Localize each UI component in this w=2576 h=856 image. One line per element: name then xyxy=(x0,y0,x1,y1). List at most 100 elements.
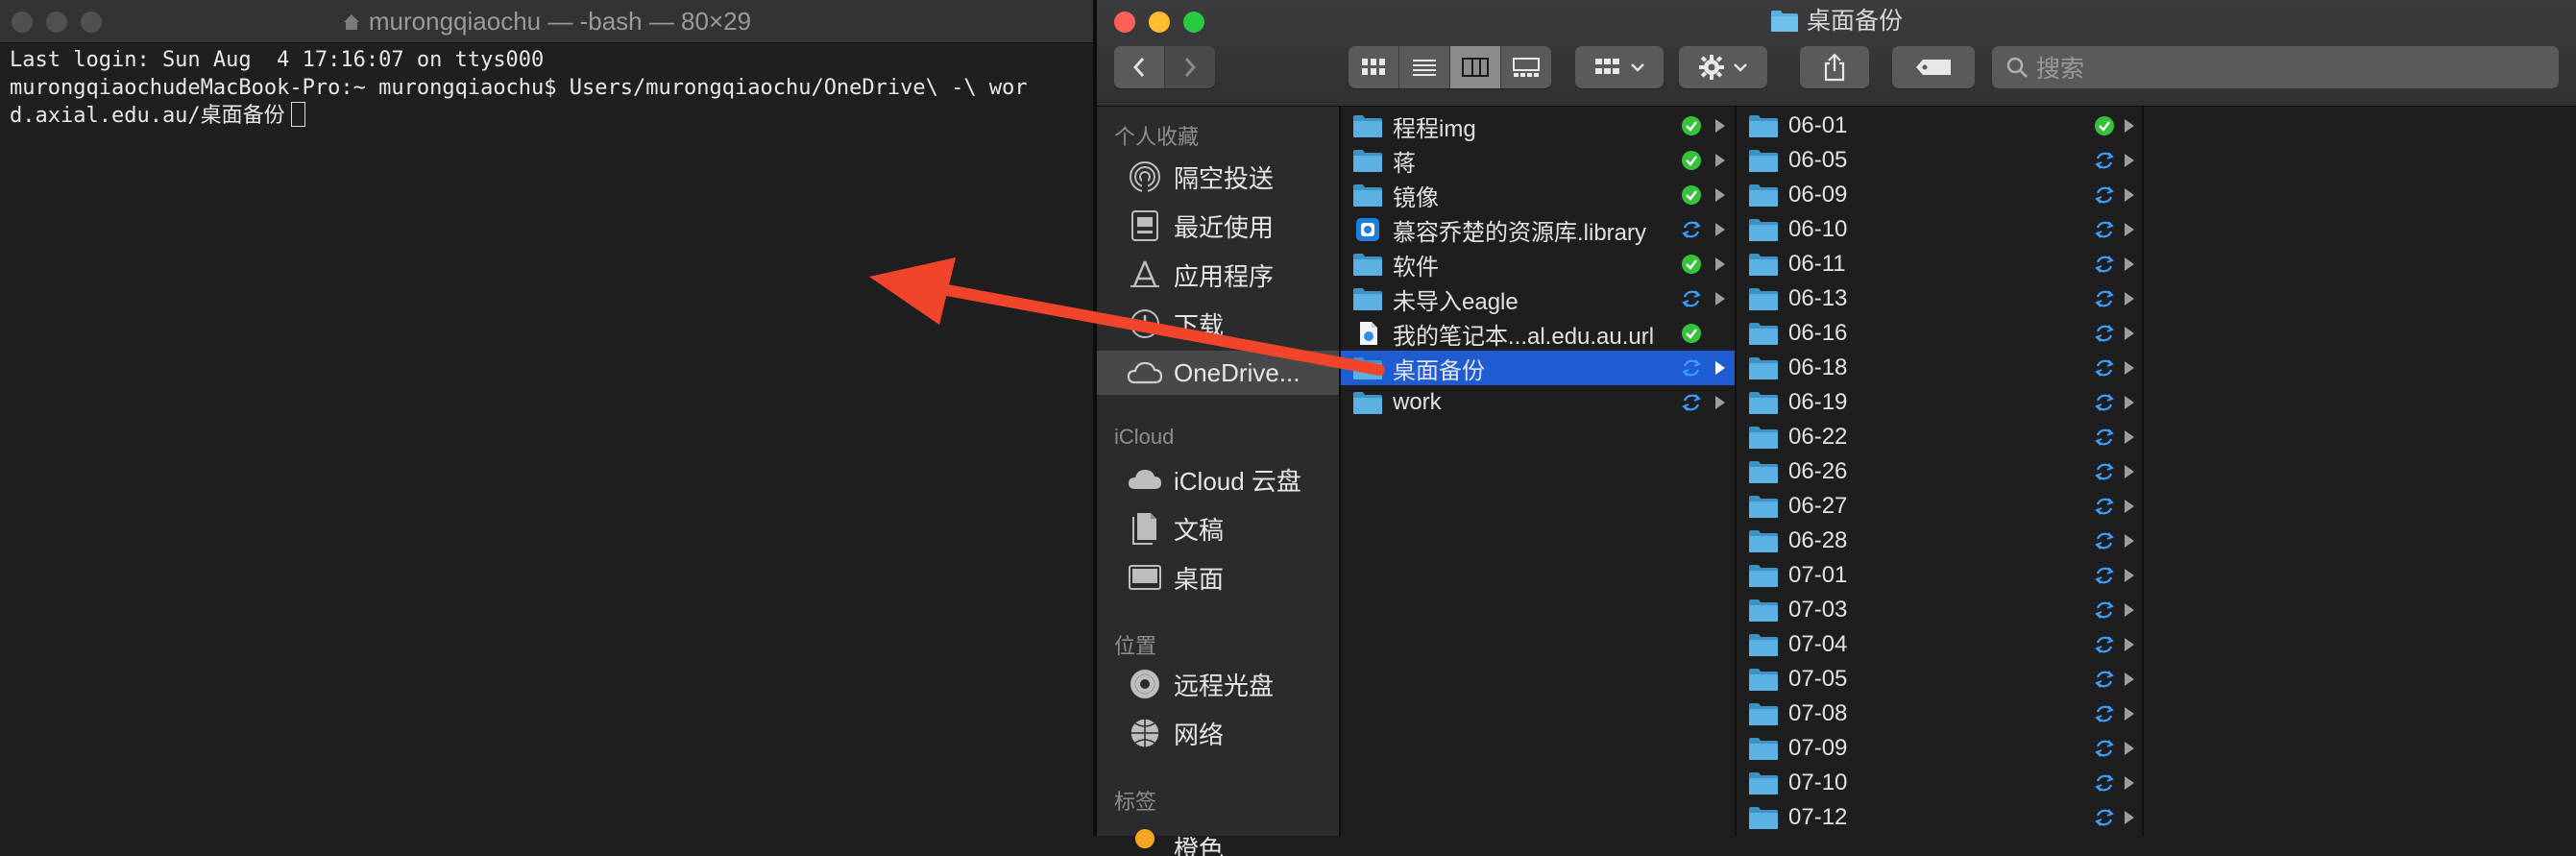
terminal-window[interactable]: murongqiaochu — -bash — 80×29 Last login… xyxy=(0,0,1093,836)
file-row[interactable]: 我的笔记本...al.edu.au.url xyxy=(1341,316,1735,351)
syncing-icon xyxy=(2094,496,2115,517)
folder-icon xyxy=(1748,667,1779,692)
orange-tag-icon xyxy=(1133,825,1156,848)
file-name: 未导入eagle xyxy=(1393,282,1519,316)
columns-icon xyxy=(1461,57,1490,78)
file-row[interactable]: 镜像 xyxy=(1341,178,1735,212)
folder-icon xyxy=(1748,217,1779,242)
file-row[interactable]: 06-16 xyxy=(1737,316,2142,351)
file-row[interactable]: 06-13 xyxy=(1737,281,2142,316)
file-row[interactable]: 07-04 xyxy=(1737,627,2142,662)
file-row[interactable]: 06-22 xyxy=(1737,420,2142,454)
disclosure-arrow-icon xyxy=(1715,257,1725,271)
documents-icon xyxy=(1130,511,1160,546)
icon-view-button[interactable] xyxy=(1349,46,1399,88)
folder-icon xyxy=(1748,459,1779,484)
file-row[interactable]: 06-18 xyxy=(1737,351,2142,385)
forward-button[interactable] xyxy=(1165,46,1215,88)
sidebar-item-icloud-drive[interactable]: iCloud 云盘 xyxy=(1097,457,1339,501)
gallery-view-button[interactable] xyxy=(1501,46,1551,88)
file-row[interactable]: 慕容乔楚的资源库.library xyxy=(1341,212,1735,247)
sidebar-item-airdrop[interactable]: 隔空投送 xyxy=(1097,155,1339,199)
network-icon xyxy=(1128,716,1162,750)
file-row[interactable]: 07-05 xyxy=(1737,662,2142,697)
terminal-titlebar[interactable]: murongqiaochu — -bash — 80×29 xyxy=(0,0,1093,43)
folder-icon xyxy=(1748,425,1779,450)
syncing-icon xyxy=(2094,323,2115,344)
file-row[interactable]: 06-19 xyxy=(1737,385,2142,420)
share-icon xyxy=(1823,53,1846,82)
disclosure-arrow-icon xyxy=(1715,223,1725,236)
disclosure-arrow-icon xyxy=(2125,707,2134,721)
disclosure-arrow-icon xyxy=(2125,292,2134,306)
sidebar-item-applications[interactable]: 应用程序 xyxy=(1097,253,1339,297)
syncing-icon xyxy=(2094,254,2115,275)
file-row[interactable]: 07-03 xyxy=(1737,593,2142,627)
disclosure-arrow-icon xyxy=(2125,257,2134,271)
syncing-icon xyxy=(2094,530,2115,551)
terminal-line: murongqiaochudeMacBook-Pro:~ murongqiaoc… xyxy=(10,74,1083,102)
gallery-icon xyxy=(1512,57,1541,78)
back-button[interactable] xyxy=(1114,46,1165,88)
sidebar-item-recents[interactable]: 最近使用 xyxy=(1097,204,1339,248)
tags-button[interactable] xyxy=(1892,46,1975,88)
file-row[interactable]: 07-09 xyxy=(1737,731,2142,766)
file-row[interactable]: 06-28 xyxy=(1737,524,2142,558)
column-view-button[interactable] xyxy=(1450,46,1501,88)
folder-icon xyxy=(1748,598,1779,623)
folder-icon xyxy=(1748,528,1779,553)
file-name: 07-04 xyxy=(1788,631,1847,658)
list-view-button[interactable] xyxy=(1399,46,1450,88)
sidebar-item-network[interactable]: 网络 xyxy=(1097,711,1339,755)
file-row[interactable]: 06-09 xyxy=(1737,178,2142,212)
file-row[interactable]: 软件 xyxy=(1341,247,1735,281)
sidebar-item-onedrive[interactable]: OneDrive... xyxy=(1097,351,1339,395)
synced-check-icon xyxy=(1681,254,1702,275)
file-row[interactable]: work xyxy=(1341,385,1735,420)
file-row[interactable]: 07-01 xyxy=(1737,558,2142,593)
empty-column xyxy=(2144,107,2576,836)
file-row[interactable]: 07-12 xyxy=(1737,800,2142,835)
file-row[interactable]: 06-10 xyxy=(1737,212,2142,247)
syncing-icon xyxy=(1681,219,1702,240)
cloud-icon xyxy=(1127,358,1163,387)
disclosure-arrow-icon xyxy=(2125,154,2134,167)
syncing-icon xyxy=(1681,392,1702,413)
file-row-selected[interactable]: 桌面备份 xyxy=(1341,351,1735,385)
file-name: 06-26 xyxy=(1788,458,1847,485)
folder-icon xyxy=(1748,701,1779,726)
sidebar-item-remote-disc[interactable]: 远程光盘 xyxy=(1097,662,1339,706)
action-button[interactable] xyxy=(1679,46,1767,88)
syncing-icon xyxy=(1681,288,1702,309)
sidebar-item-tag-orange[interactable]: 橙色 xyxy=(1097,818,1339,856)
file-name: 06-05 xyxy=(1788,147,1847,174)
file-row[interactable]: 07-08 xyxy=(1737,697,2142,731)
file-row[interactable]: 程程img xyxy=(1341,109,1735,143)
sidebar-item-label: 橙色 xyxy=(1174,830,1224,856)
file-name: 06-09 xyxy=(1788,182,1847,208)
search-field[interactable]: 搜索 xyxy=(1992,46,2559,88)
file-name: 07-10 xyxy=(1788,770,1847,796)
file-row[interactable]: 06-27 xyxy=(1737,489,2142,524)
syncing-icon xyxy=(2094,461,2115,482)
search-icon xyxy=(2005,56,2029,79)
disclosure-arrow-icon xyxy=(2125,811,2134,824)
finder-window[interactable]: 桌面备份 xyxy=(1097,0,2576,836)
sidebar-item-documents[interactable]: 文稿 xyxy=(1097,506,1339,550)
file-row[interactable]: 06-26 xyxy=(1737,454,2142,489)
file-row[interactable]: 06-05 xyxy=(1737,143,2142,178)
file-row[interactable]: 07-10 xyxy=(1737,766,2142,800)
share-button[interactable] xyxy=(1800,46,1869,88)
sidebar-item-label: 隔空投送 xyxy=(1174,159,1274,195)
file-row[interactable]: 06-11 xyxy=(1737,247,2142,281)
disc-icon xyxy=(1128,667,1162,701)
sidebar-item-desktop[interactable]: 桌面 xyxy=(1097,555,1339,599)
file-row[interactable]: 未导入eagle xyxy=(1341,281,1735,316)
file-row[interactable]: 06-01 xyxy=(1737,109,2142,143)
chevron-down-icon xyxy=(1630,61,1645,73)
sidebar-item-downloads[interactable]: 下载 xyxy=(1097,302,1339,346)
file-row[interactable]: 蒋 xyxy=(1341,143,1735,178)
disclosure-arrow-icon xyxy=(1715,361,1725,375)
group-by-button[interactable] xyxy=(1575,46,1664,88)
terminal-output[interactable]: Last login: Sun Aug 4 17:16:07 on ttys00… xyxy=(10,46,1083,130)
